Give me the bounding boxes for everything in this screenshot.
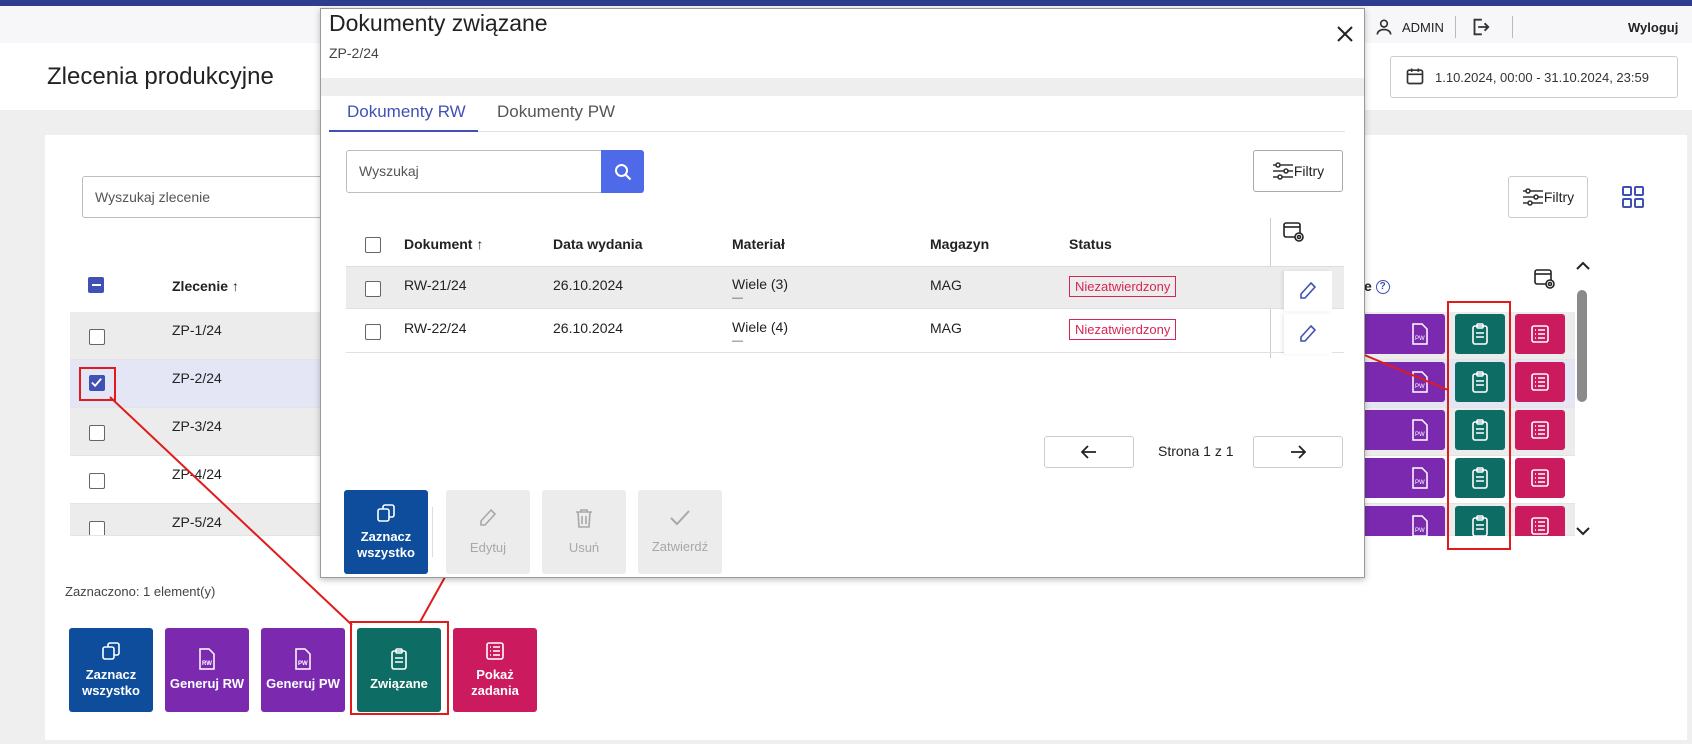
close-icon[interactable] xyxy=(1336,24,1354,44)
dialog-separator xyxy=(321,78,1364,96)
pencil-icon xyxy=(480,508,497,526)
checkmark-icon xyxy=(670,510,690,526)
issue-date: 26.10.2024 xyxy=(553,277,624,293)
tab-pw-documents[interactable]: Dokumenty PW xyxy=(497,102,615,122)
copy-icon xyxy=(377,504,395,522)
dialog-select-all-button[interactable]: Zaznacz wszystko xyxy=(344,490,428,574)
pencil-icon xyxy=(1300,281,1317,299)
dialog-select-all-checkbox[interactable] xyxy=(365,237,381,253)
warehouse: MAG xyxy=(930,277,962,293)
search-button[interactable] xyxy=(601,150,644,193)
edit-label: Edytuj xyxy=(469,540,507,555)
dialog-filters-button[interactable]: Filtry xyxy=(1253,150,1343,192)
confirm-button[interactable]: Zatwierdź xyxy=(638,490,722,574)
delete-label: Usuń xyxy=(568,540,600,555)
confirm-label: Zatwierdź xyxy=(651,539,709,554)
arrow-left-icon xyxy=(1081,445,1096,459)
dialog-select-all-label: Zaznacz wszystko xyxy=(357,529,415,560)
warehouse: MAG xyxy=(930,320,962,336)
column-header-material[interactable]: Materiał xyxy=(732,236,785,252)
row-checkbox[interactable] xyxy=(365,324,381,340)
edit-row-button[interactable] xyxy=(1284,271,1332,311)
action-divider xyxy=(432,507,433,557)
active-tab-indicator xyxy=(329,130,478,132)
page-indicator: Strona 1 z 1 xyxy=(1158,443,1234,459)
document-number: RW-22/24 xyxy=(404,320,467,336)
delete-button[interactable]: Usuń xyxy=(542,490,626,574)
table-row[interactable]: RW-21/24 26.10.2024 Wiele (3) — MAG Niez… xyxy=(346,266,1344,311)
dialog-column-settings-icon[interactable] xyxy=(1282,220,1306,249)
search-icon xyxy=(614,163,631,180)
dialog-search-input[interactable]: Wyszukaj xyxy=(346,150,602,193)
document-number: RW-21/24 xyxy=(404,277,467,293)
column-header-warehouse[interactable]: Magazyn xyxy=(930,236,989,252)
material: Wiele (3) — xyxy=(732,276,789,304)
column-header-document[interactable]: Dokument ↑ xyxy=(404,236,483,252)
material: Wiele (4) — xyxy=(732,319,789,347)
row-checkbox[interactable] xyxy=(365,281,381,297)
previous-page-button[interactable] xyxy=(1044,436,1134,468)
next-page-button[interactable] xyxy=(1253,436,1343,468)
dialog-filters-label: Filtry xyxy=(1293,163,1325,179)
column-header-issue-date[interactable]: Data wydania xyxy=(553,236,642,252)
status-badge: Niezatwierdzony xyxy=(1069,319,1177,340)
trash-icon xyxy=(576,509,592,528)
filter-sliders-icon xyxy=(1272,162,1293,180)
tab-rw-documents[interactable]: Dokumenty RW xyxy=(347,102,466,122)
issue-date: 26.10.2024 xyxy=(553,320,624,336)
dialog-subtitle: ZP-2/24 xyxy=(329,45,379,61)
pencil-icon xyxy=(1300,324,1317,342)
dialog-title: Dokumenty związane xyxy=(329,10,548,36)
table-row[interactable]: RW-22/24 26.10.2024 Wiele (4) — MAG Niez… xyxy=(346,310,1344,354)
arrow-right-icon xyxy=(1291,445,1306,459)
edit-row-button[interactable] xyxy=(1284,314,1332,354)
tab-bar-line xyxy=(329,131,1345,132)
status-badge: Niezatwierdzony xyxy=(1069,276,1177,297)
column-header-status[interactable]: Status xyxy=(1069,236,1112,252)
edit-button[interactable]: Edytuj xyxy=(446,490,530,574)
